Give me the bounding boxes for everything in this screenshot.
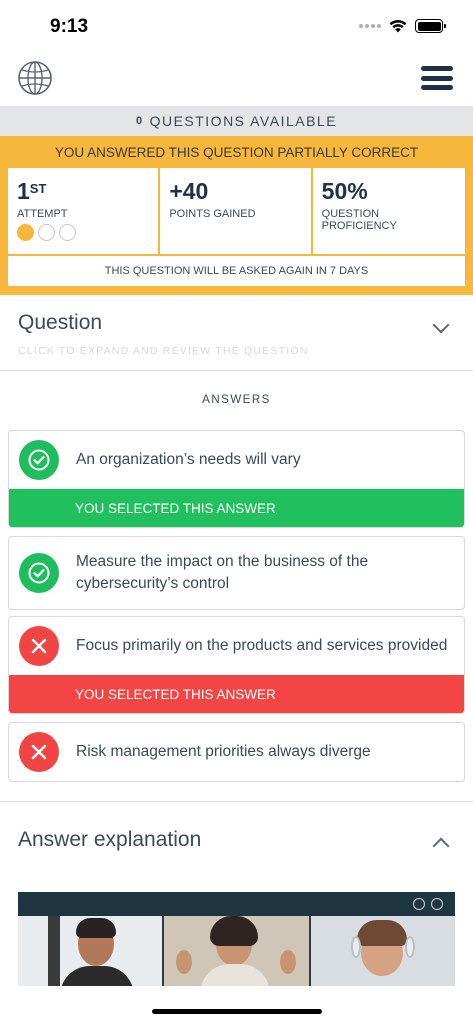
video-participant-tiles <box>18 916 455 986</box>
minimize-icon[interactable] <box>413 898 425 910</box>
attempt-value: 1 <box>17 178 30 204</box>
attempt-suffix: ST <box>29 181 47 196</box>
participant-tile <box>164 916 309 986</box>
proficiency-value: 50% <box>321 178 368 204</box>
attempt-label: ATTEMPT <box>17 208 68 220</box>
points-label: POINTS GAINED <box>169 208 256 220</box>
proficiency-label: QUESTION PROFICIENCY <box>321 208 397 232</box>
status-time: 9:13 <box>50 16 89 37</box>
battery-icon <box>415 19 446 33</box>
answer-card[interactable]: Focus primarily on the products and serv… <box>8 616 465 714</box>
answer-text: Focus primarily on the products and serv… <box>76 637 448 654</box>
attempt-dots <box>17 224 149 241</box>
proficiency-stat: 50% QUESTION PROFICIENCY <box>313 168 465 254</box>
home-indicator <box>152 1009 322 1014</box>
hamburger-menu-icon[interactable] <box>421 66 453 90</box>
attempt-dot <box>38 224 55 241</box>
question-expander[interactable]: Question CLICK TO EXPAND AND REVIEW THE … <box>0 295 473 371</box>
check-circle-icon <box>19 440 59 480</box>
participant-tile <box>18 916 163 986</box>
signal-icon <box>359 24 381 28</box>
globe-icon[interactable] <box>17 60 53 96</box>
answers-label: ANSWERS <box>202 394 271 406</box>
questions-available-label: QUESTIONS AVAILABLE <box>149 113 338 129</box>
points-stat: +40 POINTS GAINED <box>160 168 313 254</box>
wifi-icon <box>389 20 407 33</box>
result-title: YOU ANSWERED THIS QUESTION PARTIALLY COR… <box>54 145 419 160</box>
attempt-stat: 1ST ATTEMPT <box>8 168 161 254</box>
points-value: +40 <box>169 178 209 204</box>
answer-card[interactable]: Measure the impact on the business of th… <box>8 536 465 610</box>
explanation-title: Answer explanation <box>18 828 202 851</box>
explanation-video[interactable] <box>18 892 455 986</box>
explanation-expander[interactable]: Answer explanation <box>0 801 473 891</box>
answer-text: Measure the impact on the business of th… <box>76 553 369 592</box>
close-circle-icon <box>19 732 59 772</box>
questions-available-count: 0 <box>135 115 144 127</box>
check-circle-icon <box>19 553 59 593</box>
status-icons <box>359 19 446 33</box>
selected-answer-banner: YOU SELECTED THIS ANSWER <box>9 675 464 713</box>
question-subtitle: CLICK TO EXPAND AND REVIEW THE QUESTION <box>18 345 309 357</box>
more-icon[interactable] <box>431 898 443 910</box>
attempt-dot <box>59 224 76 241</box>
attempt-dot <box>17 224 34 241</box>
video-toolbar <box>18 892 455 916</box>
answer-card[interactable]: An organization’s needs will vary YOU SE… <box>8 430 465 528</box>
questions-available-bar: 0 QUESTIONS AVAILABLE <box>0 106 473 136</box>
participant-tile <box>310 916 455 986</box>
status-bar: 9:13 <box>0 0 473 50</box>
close-circle-icon <box>19 626 59 666</box>
selected-answer-banner: YOU SELECTED THIS ANSWER <box>9 489 464 527</box>
stats-grid: 1ST ATTEMPT +40 POINTS GAINED 50% QUESTI… <box>8 168 465 254</box>
app-header <box>0 50 473 106</box>
answer-text: An organization’s needs will vary <box>76 451 301 468</box>
repeat-note: THIS QUESTION WILL BE ASKED AGAIN IN 7 D… <box>8 256 465 286</box>
result-panel: YOU ANSWERED THIS QUESTION PARTIALLY COR… <box>0 136 473 295</box>
answer-text: Risk management priorities always diverg… <box>76 743 371 760</box>
answer-card[interactable]: Risk management priorities always diverg… <box>8 722 465 782</box>
question-title: Question <box>18 311 103 334</box>
